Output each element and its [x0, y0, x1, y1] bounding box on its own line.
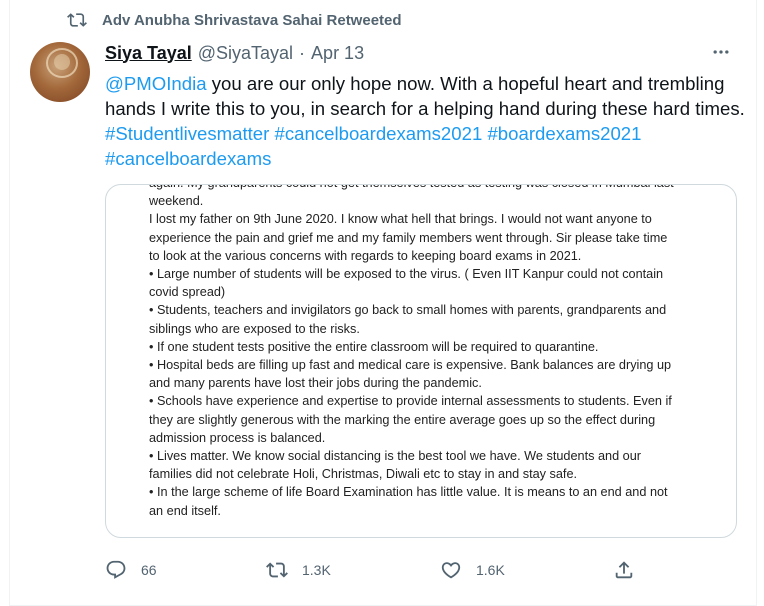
letter-line: covid spread) — [149, 285, 226, 300]
letter-line: they are slightly generous with the mark… — [149, 412, 656, 427]
reply-icon — [106, 560, 126, 579]
retweet-count: 1.3K — [302, 562, 331, 578]
tweet-timestamp[interactable]: Apr 13 — [311, 43, 364, 64]
letter-line: and many parents have lost their jobs du… — [149, 376, 482, 391]
hashtag-link[interactable]: #boardexams2021 — [487, 123, 641, 144]
reply-button[interactable]: 66 — [105, 556, 157, 584]
more-button[interactable] — [704, 38, 738, 66]
letter-text: again. My grandparents could not get the… — [149, 185, 709, 520]
letter-line: • Lives matter. We know social distancin… — [149, 449, 641, 464]
share-button[interactable] — [613, 556, 635, 584]
attached-image[interactable]: again. My grandparents could not get the… — [105, 184, 737, 538]
hashtag-link[interactable]: #cancelboardexams2021 — [275, 123, 483, 144]
avatar-emblem-center — [54, 54, 70, 70]
tweet-text: @PMOIndia you are our only hope now. Wit… — [105, 71, 745, 171]
share-icon — [615, 561, 633, 579]
like-button[interactable]: 1.6K — [440, 556, 505, 584]
retweet-icon — [67, 13, 87, 27]
letter-line: siblings who are exposed to the risks. — [149, 321, 360, 336]
retweet-icon — [266, 562, 288, 578]
hashtag-link[interactable]: #cancelboardexams — [105, 148, 271, 169]
letter-line: • Hospital beds are filling up fast and … — [149, 358, 672, 373]
letter-line: • In the large scheme of life Board Exam… — [149, 485, 668, 500]
header-separator: · — [299, 42, 306, 63]
heart-icon — [441, 562, 461, 579]
tweet-header: Siya Tayal @SiyaTayal · Apr 13 — [105, 41, 364, 65]
letter-line: experience the pain and grief me and my … — [149, 230, 668, 245]
letter-line: an end itself. — [149, 503, 221, 518]
letter-line: • Large number of students will be expos… — [149, 267, 664, 282]
avatar[interactable] — [30, 42, 90, 102]
letter-line: • Schools have experience and expertise … — [149, 394, 672, 409]
retweet-context[interactable]: Adv Anubha Shrivastava Sahai Retweeted — [66, 10, 402, 30]
letter-line: to look at the various concerns with reg… — [149, 248, 582, 263]
retweet-label: Adv Anubha Shrivastava Sahai Retweeted — [102, 11, 402, 29]
mention-link[interactable]: @PMOIndia — [105, 73, 207, 94]
like-count: 1.6K — [476, 562, 505, 578]
letter-line: weekend. — [149, 194, 204, 209]
hashtag-link[interactable]: #Studentlivesmatter — [105, 123, 269, 144]
letter-line: again. My grandparents could not get the… — [149, 185, 709, 192]
reply-count: 66 — [141, 562, 157, 578]
letter-line: admission process is balanced. — [149, 430, 326, 445]
letter-line: families did not celebrate Holi, Christm… — [149, 467, 578, 482]
more-icon — [713, 50, 729, 54]
action-bar: 66 1.3K 1.6K — [105, 556, 745, 584]
letter-line: • If one student tests positive the enti… — [149, 339, 599, 354]
letter-line: I lost my father on 9th June 2020. I kno… — [149, 212, 652, 227]
author-name[interactable]: Siya Tayal — [105, 43, 192, 64]
retweet-button[interactable]: 1.3K — [266, 556, 331, 584]
author-handle[interactable]: @SiyaTayal — [198, 43, 293, 64]
letter-line: • Students, teachers and invigilators go… — [149, 303, 667, 318]
